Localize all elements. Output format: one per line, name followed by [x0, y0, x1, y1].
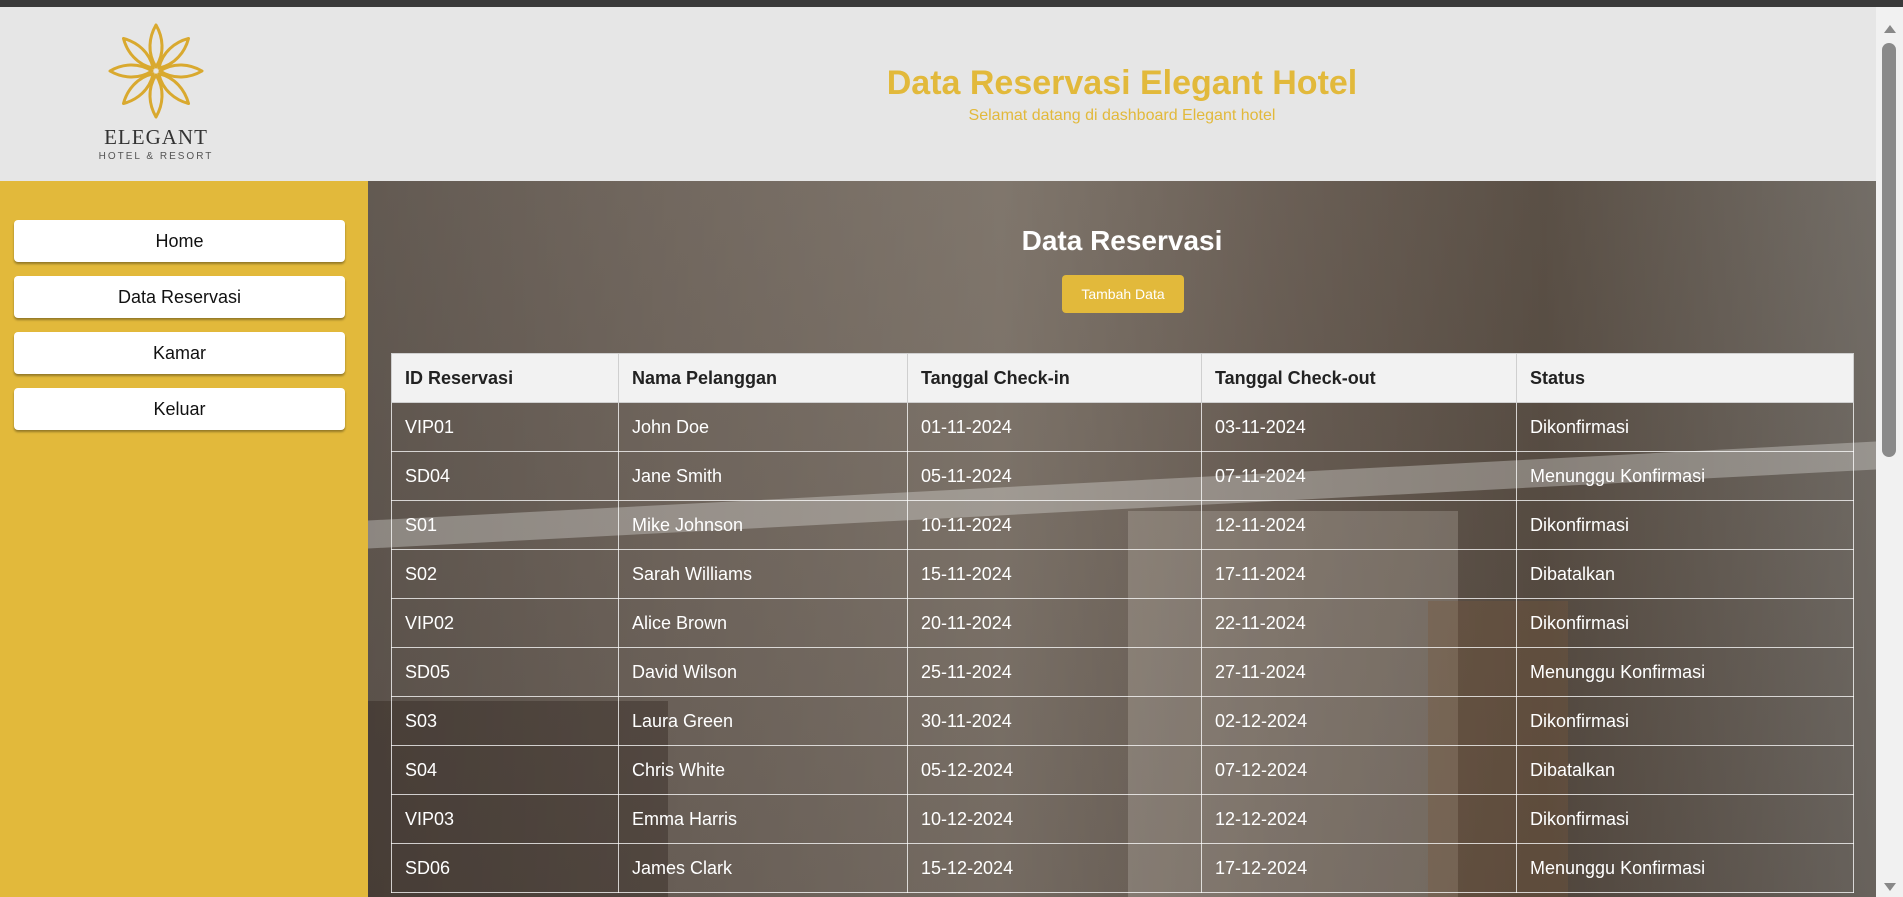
- cell-checkin: 15-12-2024: [907, 843, 1202, 893]
- column-header-status: Status: [1516, 353, 1854, 403]
- vertical-scrollbar[interactable]: [1876, 7, 1903, 897]
- cell-id: S02: [391, 549, 619, 599]
- cell-checkout: 07-11-2024: [1201, 451, 1517, 501]
- table-row: S01 Mike Johnson 10-11-2024 12-11-2024 D…: [391, 500, 1854, 550]
- main-content: Data Reservasi Tambah Data ID Reservasi …: [368, 181, 1876, 897]
- table-header-row: ID Reservasi Nama Pelanggan Tanggal Chec…: [391, 353, 1854, 403]
- cell-status: Menunggu Konfirmasi: [1516, 843, 1854, 893]
- hotel-logo: ELEGANT HOTEL & RESORT: [96, 21, 216, 171]
- table-row: SD04 Jane Smith 05-11-2024 07-11-2024 Me…: [391, 451, 1854, 501]
- cell-name: Jane Smith: [618, 451, 908, 501]
- cell-name: David Wilson: [618, 647, 908, 697]
- column-header-name: Nama Pelanggan: [618, 353, 908, 403]
- cell-checkout: 22-11-2024: [1201, 598, 1517, 648]
- cell-name: Sarah Williams: [618, 549, 908, 599]
- cell-name: Laura Green: [618, 696, 908, 746]
- cell-checkout: 12-11-2024: [1201, 500, 1517, 550]
- sidebar: Home Data Reservasi Kamar Keluar: [0, 181, 368, 897]
- cell-id: S03: [391, 696, 619, 746]
- scroll-down-arrow-icon[interactable]: [1884, 883, 1896, 891]
- cell-status: Menunggu Konfirmasi: [1516, 451, 1854, 501]
- sidebar-item-kamar[interactable]: Kamar: [14, 332, 345, 374]
- table-row: S02 Sarah Williams 15-11-2024 17-11-2024…: [391, 549, 1854, 599]
- sidebar-item-data-reservasi[interactable]: Data Reservasi: [14, 276, 345, 318]
- cell-checkout: 07-12-2024: [1201, 745, 1517, 795]
- cell-checkin: 10-11-2024: [907, 500, 1202, 550]
- cell-checkout: 17-12-2024: [1201, 843, 1517, 893]
- cell-id: S04: [391, 745, 619, 795]
- cell-name: Emma Harris: [618, 794, 908, 844]
- logo-tagline: HOTEL & RESORT: [98, 151, 214, 162]
- cell-status: Dibatalkan: [1516, 549, 1854, 599]
- column-header-checkin: Tanggal Check-in: [907, 353, 1202, 403]
- column-header-checkout: Tanggal Check-out: [1201, 353, 1517, 403]
- cell-name: James Clark: [618, 843, 908, 893]
- cell-id: SD04: [391, 451, 619, 501]
- section-title: Data Reservasi: [1021, 225, 1223, 256]
- cell-id: VIP01: [391, 402, 619, 452]
- window-top-strip: [0, 0, 1903, 7]
- cell-checkin: 30-11-2024: [907, 696, 1202, 746]
- cell-status: Menunggu Konfirmasi: [1516, 647, 1854, 697]
- cell-name: Chris White: [618, 745, 908, 795]
- cell-id: VIP02: [391, 598, 619, 648]
- cell-id: SD06: [391, 843, 619, 893]
- cell-checkin: 10-12-2024: [907, 794, 1202, 844]
- cell-checkout: 12-12-2024: [1201, 794, 1517, 844]
- cell-checkin: 15-11-2024: [907, 549, 1202, 599]
- cell-status: Dikonfirmasi: [1516, 794, 1854, 844]
- table-row: SD05 David Wilson 25-11-2024 27-11-2024 …: [391, 647, 1854, 697]
- cell-checkin: 25-11-2024: [907, 647, 1202, 697]
- scroll-up-arrow-icon[interactable]: [1884, 25, 1896, 33]
- cell-status: Dikonfirmasi: [1516, 402, 1854, 452]
- cell-name: Mike Johnson: [618, 500, 908, 550]
- page-title: Data Reservasi Elegant Hotel: [886, 64, 1358, 102]
- sidebar-item-keluar[interactable]: Keluar: [14, 388, 345, 430]
- cell-checkin: 05-11-2024: [907, 451, 1202, 501]
- scrollbar-thumb[interactable]: [1882, 43, 1896, 457]
- cell-status: Dibatalkan: [1516, 745, 1854, 795]
- cell-name: Alice Brown: [618, 598, 908, 648]
- cell-checkout: 03-11-2024: [1201, 402, 1517, 452]
- table-row: S03 Laura Green 30-11-2024 02-12-2024 Di…: [391, 696, 1854, 746]
- page-header: ELEGANT HOTEL & RESORT Data Reservasi El…: [0, 7, 1876, 181]
- reservation-table: ID Reservasi Nama Pelanggan Tanggal Chec…: [391, 353, 1854, 893]
- cell-checkout: 17-11-2024: [1201, 549, 1517, 599]
- cell-id: S01: [391, 500, 619, 550]
- logo-wordmark: ELEGANT: [104, 125, 208, 149]
- table-row: VIP03 Emma Harris 10-12-2024 12-12-2024 …: [391, 794, 1854, 844]
- table-row: S04 Chris White 05-12-2024 07-12-2024 Di…: [391, 745, 1854, 795]
- column-header-id: ID Reservasi: [391, 353, 619, 403]
- cell-checkin: 05-12-2024: [907, 745, 1202, 795]
- cell-status: Dikonfirmasi: [1516, 500, 1854, 550]
- cell-checkout: 27-11-2024: [1201, 647, 1517, 697]
- lotus-flower-icon: [108, 23, 204, 119]
- add-data-button[interactable]: Tambah Data: [1062, 275, 1184, 313]
- cell-status: Dikonfirmasi: [1516, 598, 1854, 648]
- cell-name: John Doe: [618, 402, 908, 452]
- table-row: SD06 James Clark 15-12-2024 17-12-2024 M…: [391, 843, 1854, 893]
- cell-status: Dikonfirmasi: [1516, 696, 1854, 746]
- cell-checkin: 20-11-2024: [907, 598, 1202, 648]
- page-subtitle: Selamat datang di dashboard Elegant hote…: [968, 107, 1276, 124]
- sidebar-item-home[interactable]: Home: [14, 220, 345, 262]
- cell-id: VIP03: [391, 794, 619, 844]
- table-row: VIP01 John Doe 01-11-2024 03-11-2024 Dik…: [391, 402, 1854, 452]
- cell-checkout: 02-12-2024: [1201, 696, 1517, 746]
- cell-id: SD05: [391, 647, 619, 697]
- table-row: VIP02 Alice Brown 20-11-2024 22-11-2024 …: [391, 598, 1854, 648]
- cell-checkin: 01-11-2024: [907, 402, 1202, 452]
